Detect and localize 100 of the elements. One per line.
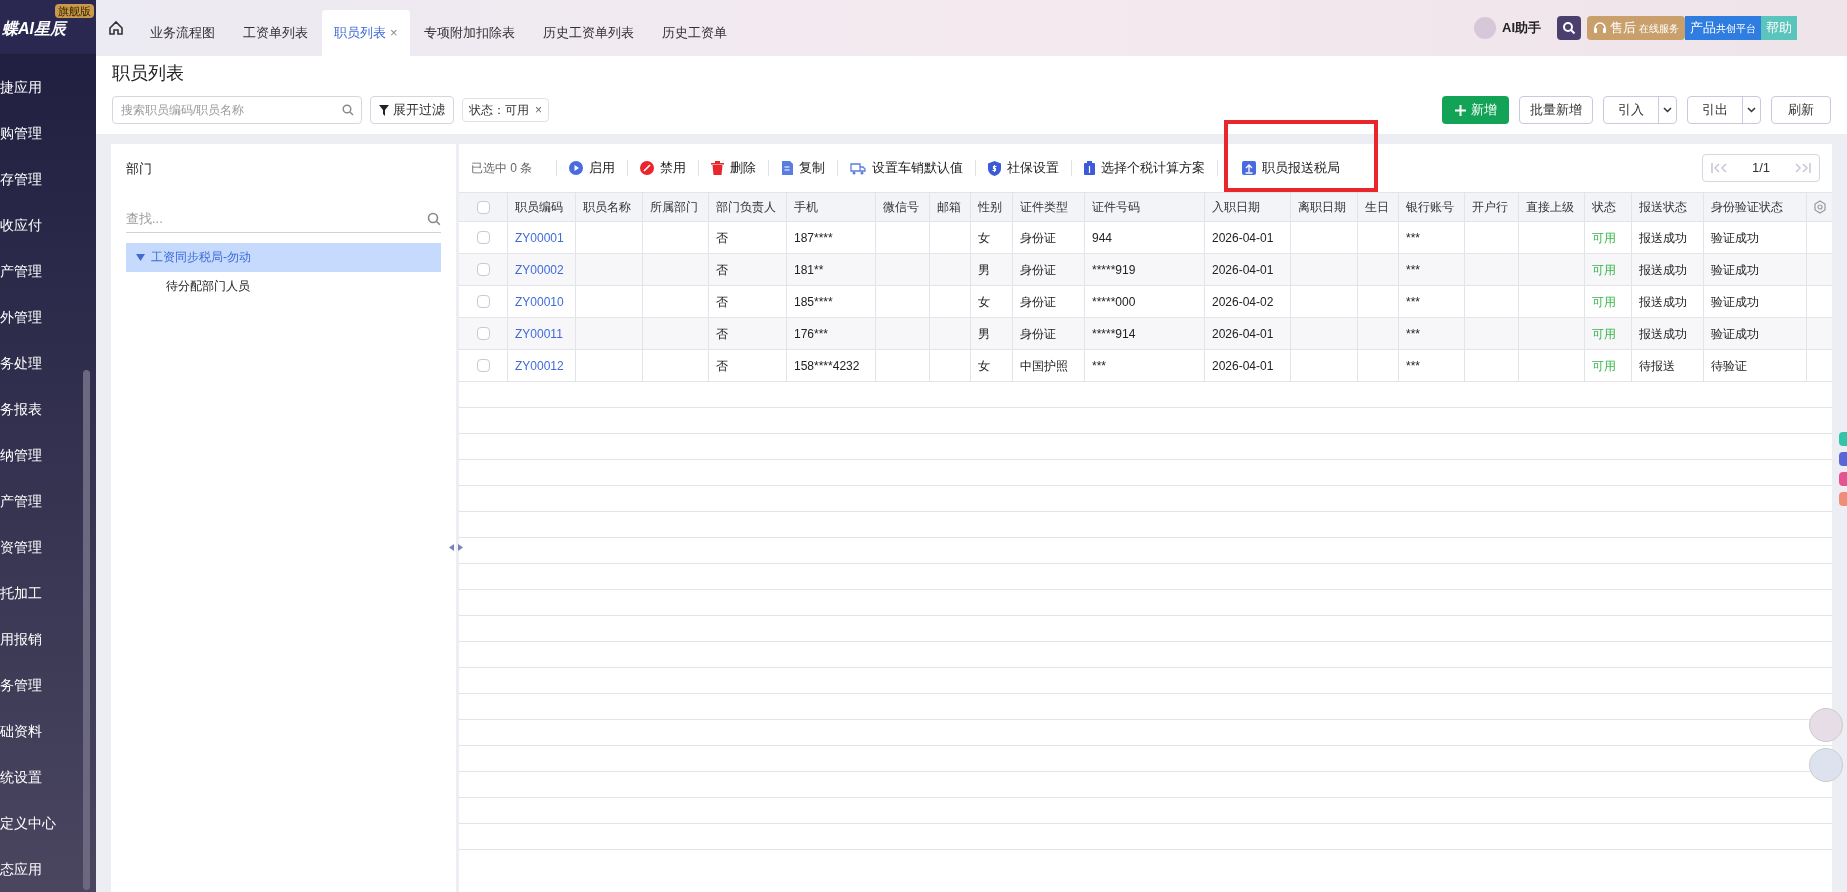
toolbar-button[interactable]: 社保设置 bbox=[988, 158, 1060, 178]
nav-tab[interactable]: 业务流程图 bbox=[136, 10, 229, 56]
collapse-handle-icon[interactable] bbox=[449, 544, 463, 551]
employee-code-link[interactable]: ZY00012 bbox=[515, 356, 564, 375]
float-tool-icon[interactable] bbox=[1839, 472, 1847, 486]
sidebar-item[interactable]: 务报表 bbox=[0, 386, 96, 432]
split-button[interactable]: 引出 bbox=[1687, 96, 1761, 124]
expand-filter-button[interactable]: 展开过滤 bbox=[370, 96, 454, 124]
column-header[interactable]: 证件类型 bbox=[1013, 193, 1085, 221]
sidebar-item[interactable]: 收应付 bbox=[0, 202, 96, 248]
sidebar-item[interactable]: 础资料 bbox=[0, 708, 96, 754]
checkbox[interactable] bbox=[476, 359, 490, 372]
float-tool-icon[interactable] bbox=[1839, 452, 1847, 466]
assistant-link[interactable]: AI助手 bbox=[1502, 18, 1541, 38]
last-page-icon[interactable] bbox=[1793, 163, 1811, 173]
sidebar-item[interactable]: 务处理 bbox=[0, 340, 96, 386]
search-icon[interactable] bbox=[1557, 16, 1581, 40]
checkbox[interactable] bbox=[476, 231, 490, 244]
expand-caret-icon[interactable] bbox=[136, 252, 145, 262]
platform-button[interactable]: 产品共创平台 bbox=[1685, 16, 1761, 40]
sidebar-item[interactable]: 资管理 bbox=[0, 524, 96, 570]
sidebar-item[interactable]: 统设置 bbox=[0, 754, 96, 800]
caret-icon[interactable] bbox=[1747, 107, 1756, 113]
float-tool-icon[interactable] bbox=[1839, 432, 1847, 446]
toolbar-button[interactable]: 复制 bbox=[781, 158, 826, 178]
checkbox[interactable] bbox=[476, 295, 490, 308]
tree-item[interactable]: 工资同步税局-勿动 bbox=[126, 242, 441, 272]
toolbar-button[interactable]: 设置车销默认值 bbox=[850, 158, 964, 178]
search-field[interactable]: 搜索职员编码/职员名称 bbox=[112, 96, 362, 124]
first-page-icon[interactable] bbox=[1711, 163, 1729, 173]
sidebar-item[interactable]: 纳管理 bbox=[0, 432, 96, 478]
tree-item[interactable]: 待分配部门人员 bbox=[126, 271, 441, 301]
column-header[interactable]: 离职日期 bbox=[1291, 193, 1358, 221]
settings-icon[interactable] bbox=[1812, 200, 1827, 214]
nav-tab[interactable]: 职员列表 × bbox=[322, 10, 410, 56]
employee-code-link[interactable]: ZY00011 bbox=[515, 324, 563, 343]
column-header[interactable]: 所属部门 bbox=[643, 193, 709, 221]
column-header[interactable]: 身份验证状态 bbox=[1704, 193, 1807, 221]
nav-tab[interactable]: 工资单列表 bbox=[229, 10, 322, 56]
toolbar-button[interactable]: 禁用 bbox=[640, 158, 687, 178]
column-header[interactable]: 报送状态 bbox=[1632, 193, 1704, 221]
checkbox[interactable] bbox=[476, 263, 490, 276]
toolbar-button[interactable]: 批量新增 bbox=[1519, 96, 1593, 124]
table-cell-text: 身份证 bbox=[1020, 261, 1056, 279]
column-header[interactable]: 开户行 bbox=[1465, 193, 1519, 221]
split-button[interactable]: 引入 bbox=[1603, 96, 1677, 124]
pager[interactable]: 1/1 bbox=[1702, 154, 1820, 182]
sidebar-item[interactable]: 存管理 bbox=[0, 156, 96, 202]
filter-chip[interactable]: 状态：可用 × bbox=[462, 98, 549, 122]
sidebar-item[interactable]: 托加工 bbox=[0, 570, 96, 616]
employee-code-link[interactable]: ZY00010 bbox=[515, 292, 564, 311]
column-header[interactable]: 生日 bbox=[1358, 193, 1399, 221]
sidebar-item[interactable]: 产管理 bbox=[0, 248, 96, 294]
scrollbar[interactable] bbox=[83, 370, 90, 890]
employee-code-link[interactable]: ZY00001 bbox=[515, 228, 564, 247]
table-cell-text: 2026-04-01 bbox=[1212, 357, 1274, 375]
nav-tab[interactable]: 历史工资单列表 bbox=[528, 10, 648, 56]
checkbox[interactable] bbox=[476, 200, 490, 214]
sidebar-item[interactable]: 外管理 bbox=[0, 294, 96, 340]
column-header[interactable]: 微信号 bbox=[876, 193, 930, 221]
sidebar-item[interactable]: 捷应用 bbox=[0, 64, 96, 110]
column-header[interactable]: 性别 bbox=[971, 193, 1013, 221]
column-header[interactable]: 邮箱 bbox=[930, 193, 971, 221]
sidebar-item[interactable]: 态应用 bbox=[0, 846, 96, 892]
table-cell-text: 2026-04-02 bbox=[1212, 293, 1274, 311]
column-header[interactable]: 银行账号 bbox=[1399, 193, 1465, 221]
employee-code-link[interactable]: ZY00002 bbox=[515, 260, 564, 279]
column-header[interactable]: 证件号码 bbox=[1085, 193, 1205, 221]
toolbar-button[interactable]: 删除 bbox=[711, 158, 757, 178]
toolbar-button[interactable]: 职员报送税局 bbox=[1242, 158, 1341, 178]
caret-icon[interactable] bbox=[1663, 107, 1672, 113]
column-header[interactable]: 状态 bbox=[1585, 193, 1632, 221]
column-header[interactable]: 职员名称 bbox=[576, 193, 643, 221]
nav-tab[interactable]: 专项附加扣除表 bbox=[409, 10, 529, 56]
sidebar-item[interactable]: 用报销 bbox=[0, 616, 96, 662]
sidebar-item[interactable]: 务管理 bbox=[0, 662, 96, 708]
column-header[interactable]: 职员编码 bbox=[508, 193, 576, 221]
close-icon[interactable]: × bbox=[390, 23, 398, 43]
table-cell-text: 身份证 bbox=[1020, 325, 1056, 343]
table-cell-text: *** bbox=[1406, 357, 1420, 375]
nav-tab[interactable]: 历史工资单 bbox=[647, 10, 741, 56]
toolbar-button[interactable]: 刷新 bbox=[1771, 96, 1831, 124]
department-search-field[interactable]: 查找... bbox=[126, 204, 441, 233]
column-header[interactable]: 入职日期 bbox=[1205, 193, 1291, 221]
assistant-avatar-icon[interactable] bbox=[1474, 17, 1496, 39]
sidebar-item[interactable]: 购管理 bbox=[0, 110, 96, 156]
toolbar-button[interactable]: 启用 bbox=[569, 158, 616, 178]
float-tool-icon[interactable] bbox=[1839, 492, 1847, 506]
column-header[interactable]: 手机 bbox=[787, 193, 876, 221]
table-cell-text: 身份证 bbox=[1020, 293, 1056, 311]
checkbox[interactable] bbox=[476, 327, 490, 340]
sidebar-item[interactable]: 定义中心 bbox=[0, 800, 96, 846]
sidebar-item[interactable]: 产管理 bbox=[0, 478, 96, 524]
toolbar-button[interactable]: 选择个税计算方案 bbox=[1084, 158, 1206, 178]
close-icon[interactable]: × bbox=[535, 101, 542, 119]
table-cell-text: 待报送 bbox=[1639, 357, 1675, 375]
table-cell-text: 男 bbox=[978, 261, 990, 279]
column-header[interactable]: 直接上级 bbox=[1519, 193, 1585, 221]
column-header[interactable]: 部门负责人 bbox=[709, 193, 787, 221]
play-icon bbox=[569, 161, 584, 175]
